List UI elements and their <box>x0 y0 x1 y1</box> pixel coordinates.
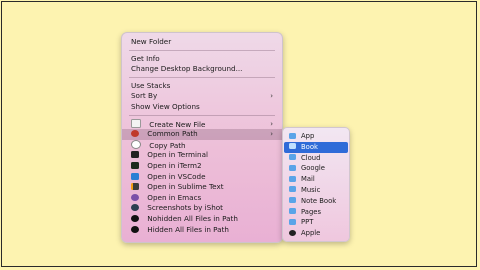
menu-item-hidden-all-files[interactable]: Hidden All Files in Path <box>122 225 282 236</box>
menu-item-label: Get Info <box>131 53 160 63</box>
submenu-item-pages[interactable]: Pages <box>284 207 348 218</box>
folder-icon <box>289 175 296 182</box>
menu-item-open-in-vscode[interactable]: Open in VSCode <box>122 172 282 183</box>
eye-off-icon <box>131 225 139 233</box>
terminal-icon <box>131 151 139 159</box>
menu-item-label: Screenshots by iShot <box>147 203 223 213</box>
menu-item-open-in-sublime-text[interactable]: Open in Sublime Text <box>122 182 282 193</box>
submenu-item-app[interactable]: App <box>284 131 348 142</box>
menu-item-label: New Folder <box>131 37 172 46</box>
folder-icon <box>289 208 296 215</box>
submenu-item-label: Note Book <box>301 196 337 205</box>
menu-separator <box>129 50 275 52</box>
menu-item-change-desktop-background[interactable]: Change Desktop Background... <box>122 64 282 75</box>
menu-item-label: Sort By <box>131 91 158 101</box>
sublime-text-icon <box>131 183 139 191</box>
submenu-item-label: Google <box>301 164 325 173</box>
menu-item-label: Common Path <box>147 129 198 139</box>
submenu-item-apple[interactable]: Apple <box>284 228 348 239</box>
menu-item-label: Nohidden All Files in Path <box>147 213 238 223</box>
submenu-item-label: Music <box>301 185 321 194</box>
menu-item-screenshots-by-ishot[interactable]: Screenshots by iShot <box>122 203 282 214</box>
submenu-item-label: App <box>301 132 315 140</box>
submenu-item-label: Pages <box>301 207 321 216</box>
menu-separator <box>129 77 275 79</box>
menu-item-label: Open in Sublime Text <box>147 182 224 192</box>
submenu-item-note-book[interactable]: Note Book <box>284 196 348 207</box>
menu-item-label: Open in iTerm2 <box>147 160 202 170</box>
submenu-item-ppt[interactable]: PPT <box>284 217 348 228</box>
copy-path-icon <box>131 139 141 149</box>
submenu-item-label: Cloud <box>301 153 321 162</box>
folder-icon <box>289 197 296 204</box>
menu-item-common-path[interactable]: Common Path › <box>122 129 282 140</box>
folder-icon <box>289 143 296 150</box>
chevron-right-icon: › <box>270 130 273 139</box>
vscode-icon <box>131 172 139 180</box>
submenu-item-label: Mail <box>301 175 315 184</box>
new-file-icon <box>131 118 141 128</box>
menu-item-label: Open in Terminal <box>147 150 208 160</box>
eye-icon <box>131 214 139 222</box>
submenu-item-label: Book <box>301 142 318 151</box>
emacs-icon <box>131 193 139 201</box>
folder-icon <box>289 154 296 161</box>
submenu-item-mail[interactable]: Mail <box>284 174 348 185</box>
menu-item-label: Change Desktop Background... <box>131 64 243 74</box>
folder-icon <box>289 164 296 171</box>
menu-item-get-info[interactable]: Get Info <box>122 54 282 65</box>
apple-icon <box>289 229 296 236</box>
menu-item-use-stacks[interactable]: Use Stacks <box>122 81 282 92</box>
menu-item-label: Use Stacks <box>131 80 171 90</box>
submenu-item-music[interactable]: Music <box>284 185 348 196</box>
menu-item-label: Open in Emacs <box>147 192 202 202</box>
menu-item-new-folder[interactable]: New Folder <box>122 37 282 48</box>
menu-item-open-in-iterm2[interactable]: Open in iTerm2 <box>122 161 282 172</box>
submenu-item-google[interactable]: Google <box>284 163 348 174</box>
menu-item-label: Show View Options <box>131 101 200 111</box>
menu-item-open-in-terminal[interactable]: Open in Terminal <box>122 150 282 161</box>
ishot-icon <box>131 204 139 212</box>
menu-item-sort-by[interactable]: Sort By › <box>122 91 282 102</box>
folder-icon <box>289 218 296 225</box>
iterm2-icon <box>131 161 139 169</box>
menu-item-open-in-emacs[interactable]: Open in Emacs <box>122 193 282 204</box>
common-path-icon <box>131 130 139 138</box>
menu-item-show-view-options[interactable]: Show View Options <box>122 102 282 113</box>
folder-icon <box>289 186 296 193</box>
menu-item-copy-path[interactable]: Copy Path <box>122 139 282 151</box>
menu-item-label: Open in VSCode <box>147 171 206 181</box>
menu-item-create-new-file[interactable]: Create New File › <box>122 118 282 130</box>
chevron-right-icon: › <box>270 92 273 101</box>
folder-icon <box>289 132 296 139</box>
submenu-item-label: PPT <box>301 218 314 227</box>
common-path-submenu: App Book Cloud Google Mail Music Note Bo… <box>282 127 350 242</box>
submenu-item-cloud[interactable]: Cloud <box>284 153 348 164</box>
submenu-item-label: Apple <box>301 229 321 238</box>
menu-item-nohidden-all-files[interactable]: Nohidden All Files in Path <box>122 214 282 225</box>
submenu-item-book[interactable]: Book <box>284 141 348 153</box>
menu-item-label: Hidden All Files in Path <box>147 224 229 234</box>
desktop-context-menu: New Folder Get Info Change Desktop Backg… <box>121 32 283 243</box>
chevron-right-icon: › <box>270 119 273 128</box>
menu-separator <box>129 115 275 117</box>
